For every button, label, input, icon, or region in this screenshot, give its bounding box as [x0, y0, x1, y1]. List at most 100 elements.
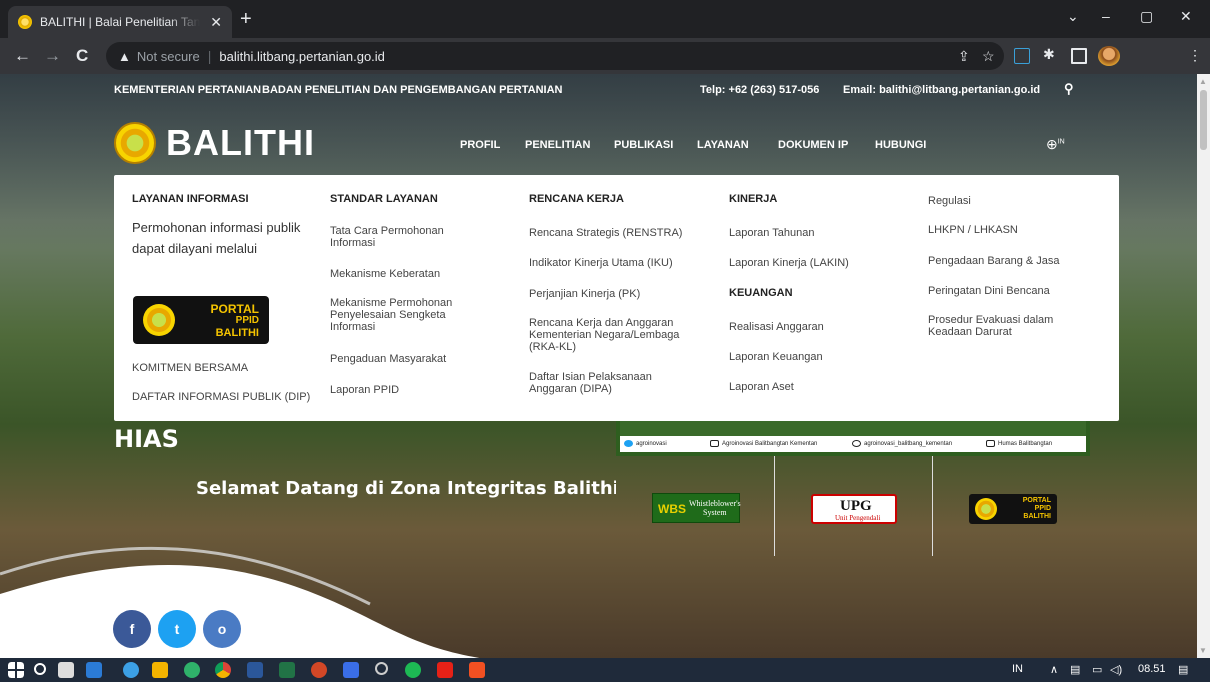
menu-item[interactable]: Daftar Isian Pelaksanaan Anggaran (DIPA) — [529, 371, 679, 395]
menu-item[interactable]: Laporan PPID — [330, 384, 490, 396]
clock-time[interactable]: 08.51 — [1138, 663, 1166, 675]
volume-icon[interactable]: ◁) — [1110, 663, 1122, 676]
menu-item-komitmen-bersama[interactable]: KOMITMEN BERSAMA — [132, 362, 248, 374]
menu-item[interactable]: Peringatan Dini Bencana — [928, 285, 1098, 297]
close-window-button[interactable]: ✕ — [1180, 8, 1192, 25]
language-globe-icon[interactable]: ⊕IN — [1046, 136, 1065, 153]
portal-ppid-link[interactable]: PORTAL PPID BALITHI — [133, 296, 269, 344]
file-explorer-icon[interactable] — [152, 662, 168, 678]
nav-dokumen-ip[interactable]: DOKUMEN IP — [778, 139, 848, 151]
profile-avatar[interactable] — [1098, 46, 1120, 66]
new-tab-button[interactable]: + — [240, 9, 252, 29]
menu-item[interactable]: LHKPN / LHKASN — [928, 224, 1098, 236]
chrome-menu-icon[interactable]: ⋮ — [1188, 47, 1202, 64]
battery-icon[interactable]: ▭ — [1092, 663, 1102, 676]
search-icon[interactable]: ⚲ — [1064, 81, 1074, 97]
notifications-icon[interactable]: ▤ — [1178, 663, 1188, 676]
bookmark-star-icon[interactable]: ☆ — [982, 48, 995, 65]
menu-item[interactable]: Mekanisme Permohonan Penyelesaian Sengke… — [330, 297, 470, 333]
youtube-channel[interactable]: Humas Balitbangtan — [986, 440, 1052, 447]
page-scrollbar[interactable]: ▲ ▼ — [1197, 74, 1210, 658]
menu-item[interactable]: Rencana Strategis (RENSTRA) — [529, 227, 699, 239]
edge-icon[interactable] — [123, 662, 139, 678]
calculator-icon[interactable] — [86, 662, 102, 678]
social-media-strip: agroinovasi Agroinovasi Balitbangtan Kem… — [616, 420, 1090, 456]
nav-profil[interactable]: PROFIL — [460, 139, 500, 151]
speed-gauge-icon[interactable] — [375, 662, 388, 675]
instagram-button[interactable]: o — [203, 610, 241, 648]
chrome-icon[interactable] — [215, 662, 231, 678]
nav-penelitian[interactable]: PENELITIAN — [525, 139, 590, 151]
browser-tab-bar: BALITHI | Balai Penelitian Tanaman Hias … — [0, 0, 1210, 38]
windows-taskbar: IN ∧ ▤ ▭ ◁) 08.51 ▤ — [0, 658, 1210, 682]
menu-item[interactable]: Prosedur Evakuasi dalam Keadaan Darurat — [928, 314, 1098, 338]
menu-item[interactable]: Laporan Tahunan — [729, 227, 889, 239]
menu-item[interactable]: Tata Cara Permohonan Informasi — [330, 225, 470, 249]
facebook-button[interactable]: f — [113, 610, 151, 648]
menu-item-daftar-informasi-publik[interactable]: DAFTAR INFORMASI PUBLIK (DIP) — [132, 391, 310, 403]
side-panel-icon[interactable] — [1071, 48, 1087, 64]
spotify-icon[interactable] — [405, 662, 421, 678]
excel-icon[interactable] — [279, 662, 295, 678]
network-icon[interactable]: ▤ — [1070, 663, 1080, 676]
browser-tab[interactable]: BALITHI | Balai Penelitian Tanaman Hias … — [8, 6, 232, 38]
scroll-thumb[interactable] — [1200, 90, 1207, 150]
menu-item[interactable]: Pengadaan Barang & Jasa — [928, 255, 1098, 267]
ministry-emblem-icon — [114, 122, 156, 164]
menu-item[interactable]: Rencana Kerja dan Anggaran Kementerian N… — [529, 317, 704, 353]
embedded-video-area[interactable] — [620, 420, 1086, 436]
minimize-button[interactable]: – — [1102, 8, 1110, 24]
windows-start-icon[interactable] — [8, 662, 24, 678]
task-view-icon[interactable] — [58, 662, 74, 678]
menu-item[interactable]: Indikator Kinerja Utama (IKU) — [529, 257, 699, 269]
nav-hubungi[interactable]: HUBUNGI — [875, 139, 926, 151]
menu-heading: RENCANA KERJA — [529, 193, 624, 205]
youtube-icon[interactable] — [437, 662, 453, 678]
twitter-handle[interactable]: agroinovasi — [624, 440, 667, 447]
menu-item[interactable]: Regulasi — [928, 195, 1098, 207]
extensions-puzzle-icon[interactable]: ✱ — [1043, 46, 1055, 63]
scroll-up-arrow-icon[interactable]: ▲ — [1199, 77, 1207, 86]
nav-layanan[interactable]: LAYANAN — [697, 139, 749, 151]
security-label[interactable]: Not secure — [137, 49, 200, 64]
app-icon[interactable] — [469, 662, 485, 678]
portal-text: PORTAL — [210, 302, 259, 316]
forward-arrow-icon[interactable]: → — [44, 46, 61, 66]
menu-item[interactable]: Laporan Keuangan — [729, 351, 889, 363]
portal-text: BALITHI — [215, 327, 259, 339]
powerpoint-icon[interactable] — [311, 662, 327, 678]
app-icon[interactable] — [184, 662, 200, 678]
twitter-button[interactable]: t — [158, 610, 196, 648]
nav-publikasi[interactable]: PUBLIKASI — [614, 139, 673, 151]
word-icon[interactable] — [247, 662, 263, 678]
menu-item[interactable]: Mekanisme Keberatan — [330, 268, 490, 280]
agency-link[interactable]: BADAN PENELITIAN DAN PENGEMBANGAN PERTAN… — [262, 84, 562, 96]
search-icon[interactable] — [34, 663, 46, 675]
facebook-page[interactable]: Agroinovasi Balitbangtan Kementan — [710, 440, 817, 447]
address-bar[interactable]: ▲ Not secure | balithi.litbang.pertanian… — [106, 42, 1004, 70]
site-topbar: KEMENTERIAN PERTANIAN BADAN PENELITIAN D… — [0, 74, 1197, 106]
tab-close-icon[interactable]: ✕ — [210, 14, 222, 31]
reload-icon[interactable]: C — [76, 46, 88, 66]
instagram-handle[interactable]: agroinovasi_balitbang_kementan — [852, 440, 952, 447]
url-text[interactable]: balithi.litbang.pertanian.go.id — [219, 49, 385, 64]
maximize-button[interactable]: ▢ — [1140, 8, 1153, 25]
extension-n-icon[interactable] — [1014, 48, 1030, 64]
input-language[interactable]: IN — [1012, 663, 1023, 675]
share-icon[interactable]: ⇪ — [958, 48, 970, 65]
menu-item[interactable]: Pengaduan Masyarakat — [330, 353, 490, 365]
ministry-link[interactable]: KEMENTERIAN PERTANIAN — [114, 84, 261, 96]
omnibox-divider: | — [207, 48, 212, 64]
back-arrow-icon[interactable]: ← — [14, 46, 31, 66]
tray-chevron-icon[interactable]: ∧ — [1050, 663, 1058, 676]
menu-item[interactable]: Realisasi Anggaran — [729, 321, 889, 333]
menu-item[interactable]: Laporan Kinerja (LAKIN) — [729, 257, 889, 269]
facebook-icon — [710, 440, 719, 447]
menu-item[interactable]: Laporan Aset — [729, 381, 889, 393]
app-icon[interactable] — [343, 662, 359, 678]
warning-triangle-icon[interactable]: ▲ — [118, 49, 131, 64]
scroll-down-arrow-icon[interactable]: ▼ — [1199, 646, 1207, 655]
site-logo[interactable]: BALITHI — [114, 122, 315, 164]
menu-item[interactable]: Perjanjian Kinerja (PK) — [529, 288, 699, 300]
tab-search-icon[interactable]: ⌄ — [1067, 8, 1079, 25]
